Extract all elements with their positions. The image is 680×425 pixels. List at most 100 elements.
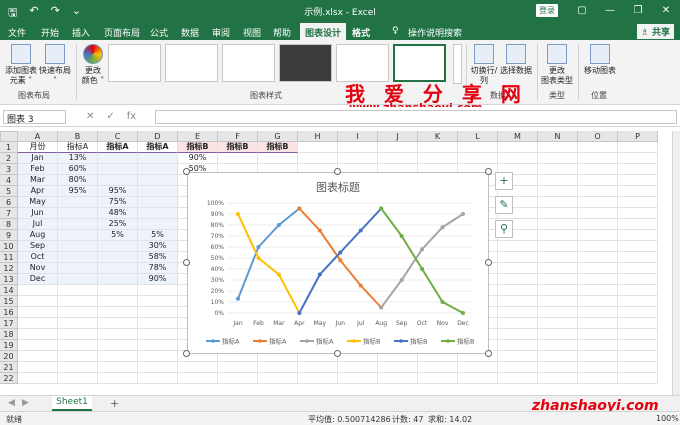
cell[interactable] [138,186,178,197]
row-header[interactable]: 14 [0,285,18,296]
resize-handle[interactable] [183,350,190,357]
minimize-button[interactable]: — [596,0,624,22]
cell[interactable] [498,296,538,307]
cell[interactable] [378,373,418,384]
cell[interactable] [618,219,658,230]
cell[interactable] [498,340,538,351]
legend-label[interactable]: 指标A [269,337,287,346]
chart-style-5[interactable] [336,44,389,82]
cell[interactable] [18,285,58,296]
chart-filters-icon[interactable]: ⚲ [495,220,513,238]
series-line[interactable] [380,213,464,309]
cell[interactable] [98,153,138,164]
cell[interactable] [618,241,658,252]
cell[interactable]: 95% [98,186,138,197]
chart-style-1[interactable] [108,44,161,82]
tab-home[interactable]: 开始 [41,26,59,39]
cell[interactable]: Mar [18,175,58,186]
cell[interactable] [578,186,618,197]
cell[interactable] [58,340,98,351]
cell[interactable] [98,252,138,263]
cell[interactable] [58,274,98,285]
cell[interactable] [98,263,138,274]
cell[interactable] [138,153,178,164]
cell[interactable] [138,208,178,219]
cell[interactable] [138,164,178,175]
cell[interactable] [98,296,138,307]
cell[interactable] [538,285,578,296]
cell[interactable] [538,241,578,252]
cell[interactable] [538,142,578,153]
cell[interactable] [618,296,658,307]
cell[interactable]: 60% [58,164,98,175]
cell[interactable] [458,153,498,164]
cell[interactable] [98,351,138,362]
row-header[interactable]: 16 [0,307,18,318]
name-box[interactable]: 图表 3 [3,110,66,125]
chart-style-4[interactable] [279,44,332,82]
row-header[interactable]: 11 [0,252,18,263]
resize-handle[interactable] [485,168,492,175]
cell[interactable] [58,263,98,274]
cell[interactable] [458,142,498,153]
cell[interactable] [498,307,538,318]
cell[interactable] [58,285,98,296]
row-header[interactable]: 12 [0,263,18,274]
row-header[interactable]: 19 [0,340,18,351]
change-colors-button[interactable]: 更改 颜色 ˅ [80,44,106,86]
cell[interactable] [258,362,298,373]
cell[interactable] [138,296,178,307]
cell[interactable] [538,296,578,307]
tab-file[interactable]: 文件 [8,26,26,39]
cell[interactable] [58,307,98,318]
insert-function-icon[interactable]: fx [127,111,136,122]
cell[interactable] [18,307,58,318]
cell[interactable] [538,263,578,274]
cell[interactable]: Oct [18,252,58,263]
tab-help[interactable]: 帮助 [273,26,291,39]
chart-object[interactable]: 图表标题 0% 10% 20% 30% 40% 50% 60% 70% 80% 90% 100% Ja… [187,172,489,354]
cell[interactable] [58,318,98,329]
cell[interactable] [298,153,338,164]
column-header[interactable]: P [618,131,658,142]
cell[interactable] [578,307,618,318]
cell[interactable]: Feb [18,164,58,175]
cell[interactable] [418,362,458,373]
data-point[interactable] [297,206,302,211]
column-header[interactable]: M [498,131,538,142]
cell[interactable] [578,197,618,208]
cell[interactable] [618,340,658,351]
cell[interactable] [138,329,178,340]
cell[interactable]: 90% [178,153,218,164]
cell[interactable] [58,351,98,362]
cell[interactable] [538,373,578,384]
cell[interactable] [578,285,618,296]
cell[interactable] [498,274,538,285]
cell[interactable] [58,296,98,307]
cell[interactable]: 5% [138,230,178,241]
row-header[interactable]: 20 [0,351,18,362]
series-line[interactable] [237,213,301,314]
cell[interactable] [538,186,578,197]
cell[interactable]: 指标A [58,142,98,153]
chart-style-6[interactable] [393,44,446,82]
data-point[interactable] [236,212,240,216]
cell[interactable] [578,153,618,164]
cell[interactable] [538,175,578,186]
row-header[interactable]: 21 [0,362,18,373]
login-button[interactable]: 登录 [536,4,558,17]
column-header[interactable]: C [98,131,138,142]
cell[interactable] [538,351,578,362]
cell[interactable] [498,153,538,164]
cell[interactable] [538,307,578,318]
cell[interactable] [58,230,98,241]
legend-label[interactable]: 指标A [222,337,240,346]
column-header[interactable]: E [178,131,218,142]
data-point[interactable] [461,311,465,315]
cell[interactable] [418,142,458,153]
cell[interactable] [338,362,378,373]
resize-handle[interactable] [334,350,341,357]
close-button[interactable]: ✕ [652,0,680,22]
chart-title[interactable]: 图表标题 [316,180,360,194]
data-point[interactable] [379,305,384,310]
